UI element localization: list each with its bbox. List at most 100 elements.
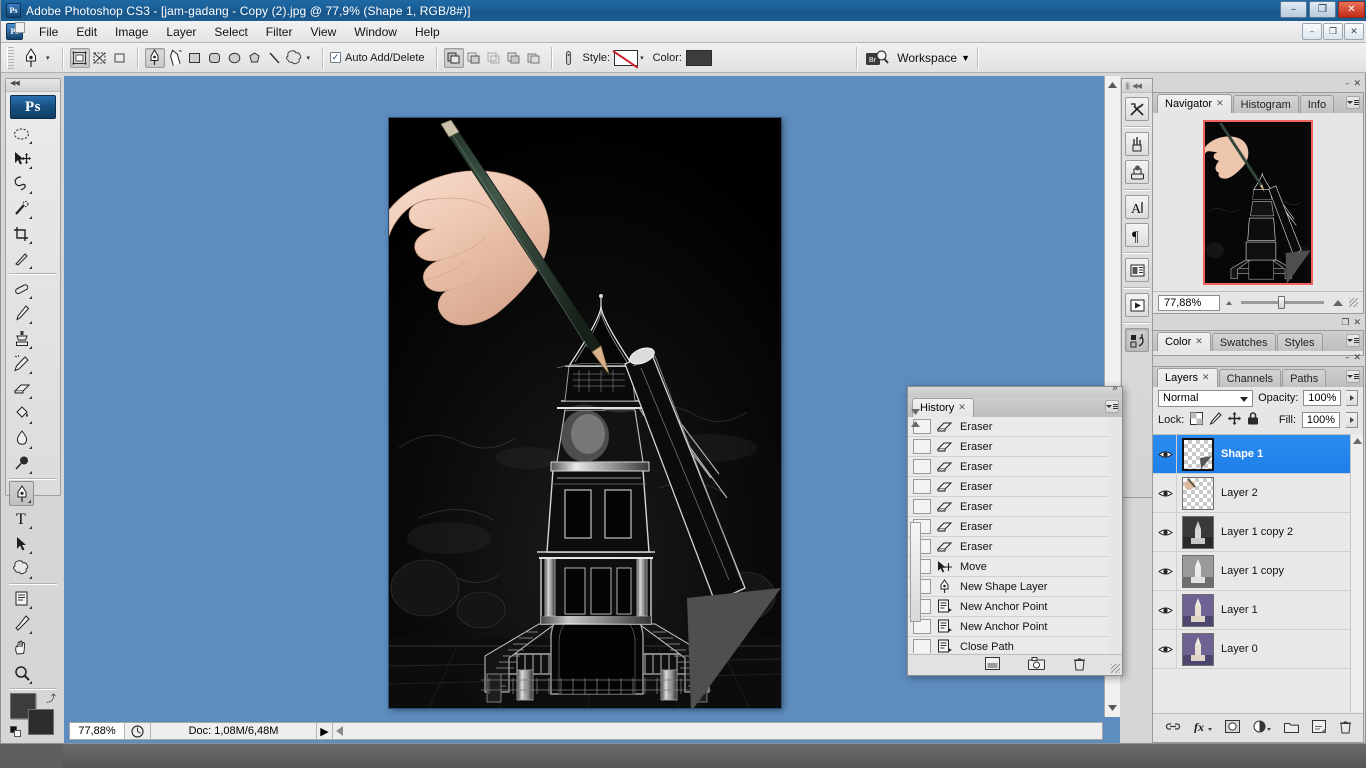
layer-name[interactable]: Layer 0 [1221, 643, 1258, 655]
color-minimize-icon[interactable]: ❐ [1341, 318, 1349, 328]
scroll-down-button[interactable] [1105, 700, 1120, 715]
layer-visibility-toggle[interactable] [1155, 435, 1177, 473]
fill-pixels-button[interactable] [110, 48, 130, 68]
exclude-overlapping-button[interactable] [504, 48, 524, 68]
tab-paths[interactable]: Paths [1282, 369, 1327, 387]
navigator-zoom-knob[interactable] [1277, 296, 1285, 309]
path-selection-tool[interactable] [9, 531, 34, 556]
intersect-shape-areas-button[interactable] [484, 48, 504, 68]
history-panel-titlebar[interactable] [908, 383, 1122, 397]
list-item[interactable]: Eraser [908, 417, 1108, 437]
table-row[interactable]: Layer 1 [1153, 591, 1363, 630]
link-layers-button[interactable] [1165, 721, 1181, 735]
new-group-button[interactable] [1283, 721, 1299, 736]
lock-all-button[interactable] [1247, 412, 1259, 428]
workspace-label[interactable]: Workspace [897, 51, 957, 65]
pen-button[interactable] [144, 47, 165, 68]
pen-tool[interactable] [9, 481, 34, 506]
layer-visibility-toggle[interactable] [1155, 513, 1177, 551]
document-canvas[interactable] [389, 118, 781, 708]
list-item[interactable]: New Anchor Point [908, 617, 1108, 637]
list-item[interactable]: Eraser [908, 457, 1108, 477]
layer-visibility-toggle[interactable] [1155, 552, 1177, 590]
bridge-icon[interactable]: Br [864, 48, 890, 68]
list-item[interactable]: Close Path [908, 637, 1108, 653]
toolbox-collapse-button[interactable] [6, 79, 60, 92]
fill-slider-button[interactable] [1346, 412, 1358, 428]
layers-pan15el-menu-button[interactable] [1346, 370, 1360, 383]
clone-source-button[interactable] [1125, 160, 1149, 184]
menu-layer[interactable]: Layer [157, 22, 205, 42]
tab-layers-close-icon[interactable]: ✕ [1202, 373, 1210, 383]
clone-stamp-tool[interactable] [9, 326, 34, 351]
geometry-options-caret-icon[interactable]: ▾ [307, 54, 311, 62]
tool-preset-caret-icon[interactable]: ▾ [46, 54, 50, 62]
history-snapshot-checkbox[interactable] [913, 479, 931, 494]
document-system-menu-icon[interactable]: Ps [6, 22, 25, 40]
list-item[interactable]: Eraser [908, 437, 1108, 457]
zoom-in-mountain-icon[interactable] [1333, 299, 1343, 306]
tab-styles[interactable]: Styles [1276, 333, 1323, 351]
tab-channels[interactable]: Channels [1218, 369, 1282, 387]
animation-button[interactable] [1125, 293, 1149, 317]
list-item[interactable]: Eraser [908, 517, 1108, 537]
tab-navigator[interactable]: Navigator ✕ [1157, 94, 1232, 113]
table-row[interactable]: Layer 0 [1153, 630, 1363, 669]
layer-thumbnail[interactable] [1182, 515, 1214, 549]
history-snapshot-checkbox[interactable] [913, 639, 931, 653]
history-resize-grip[interactable] [1111, 664, 1120, 673]
character-button[interactable]: A [1125, 195, 1149, 219]
layer-name[interactable]: Layer 1 copy [1221, 565, 1284, 577]
tab-layers[interactable]: Layers ✕ [1157, 368, 1218, 387]
window-maximize-button[interactable]: ❐ [1309, 1, 1336, 18]
history-panel-menu-button[interactable] [1105, 400, 1119, 413]
layer-thumbnail[interactable] [1182, 554, 1214, 588]
layer-visibility-toggle[interactable] [1155, 591, 1177, 629]
scroll-up-button[interactable] [1105, 78, 1120, 93]
new-document-from-state-button[interactable] [984, 657, 1000, 673]
options-bar-grip[interactable] [7, 46, 14, 69]
blur-tool[interactable] [9, 426, 34, 451]
style-swatch[interactable] [614, 49, 639, 66]
window-close-button[interactable]: ✕ [1338, 1, 1365, 18]
layer-thumbnail[interactable] [1182, 437, 1214, 471]
list-item[interactable]: New Anchor Point [908, 597, 1108, 617]
move-tool[interactable] [9, 146, 34, 171]
layer-name[interactable]: Shape 1 [1221, 448, 1263, 460]
paragraph-button[interactable]: ¶ [1125, 223, 1149, 247]
menu-filter[interactable]: Filter [257, 22, 302, 42]
lasso-tool[interactable] [9, 171, 34, 196]
history-snapshot-checkbox[interactable] [913, 459, 931, 474]
workspace-caret-icon[interactable]: ▼ [961, 53, 970, 63]
menu-help[interactable]: Help [406, 22, 449, 42]
layer-visibility-toggle[interactable] [1155, 474, 1177, 512]
lock-image-pixels-button[interactable] [1209, 412, 1223, 428]
menu-edit[interactable]: Edit [67, 22, 106, 42]
navigator-resize-grip[interactable] [1349, 298, 1358, 307]
dodge-tool[interactable] [9, 451, 34, 476]
menu-select[interactable]: Select [205, 22, 256, 42]
color-panel-menu-button[interactable] [1346, 334, 1360, 347]
navigator-thumbnail[interactable] [1203, 119, 1313, 285]
notes-tool[interactable] [9, 586, 34, 611]
tab-color-close-icon[interactable]: ✕ [1195, 337, 1203, 347]
list-item[interactable]: Move [908, 557, 1108, 577]
table-row[interactable]: Layer 2 [1153, 474, 1363, 513]
lock-position-button[interactable] [1228, 412, 1242, 428]
layer-name[interactable]: Layer 2 [1221, 487, 1258, 499]
document-close-button[interactable]: ✕ [1344, 23, 1364, 40]
list-item[interactable]: Eraser [908, 497, 1108, 517]
rounded-rect-button[interactable] [205, 48, 225, 68]
menu-window[interactable]: Window [345, 22, 406, 42]
eraser-tool[interactable] [9, 376, 34, 401]
tab-navigator-close-icon[interactable]: ✕ [1216, 99, 1224, 109]
tab-color[interactable]: Color ✕ [1157, 332, 1211, 351]
background-color-swatch[interactable] [28, 709, 54, 735]
document-restore-button[interactable]: ❐ [1323, 23, 1343, 40]
layers-minimize-icon[interactable]: – [1345, 353, 1350, 363]
history-brush-tool[interactable] [9, 351, 34, 376]
document-minimize-button[interactable]: – [1302, 23, 1322, 40]
navigator-zoom-slider[interactable] [1241, 296, 1324, 309]
adjustment-layer-button[interactable] [1253, 720, 1271, 736]
tab-histogram[interactable]: Histogram [1232, 95, 1299, 113]
